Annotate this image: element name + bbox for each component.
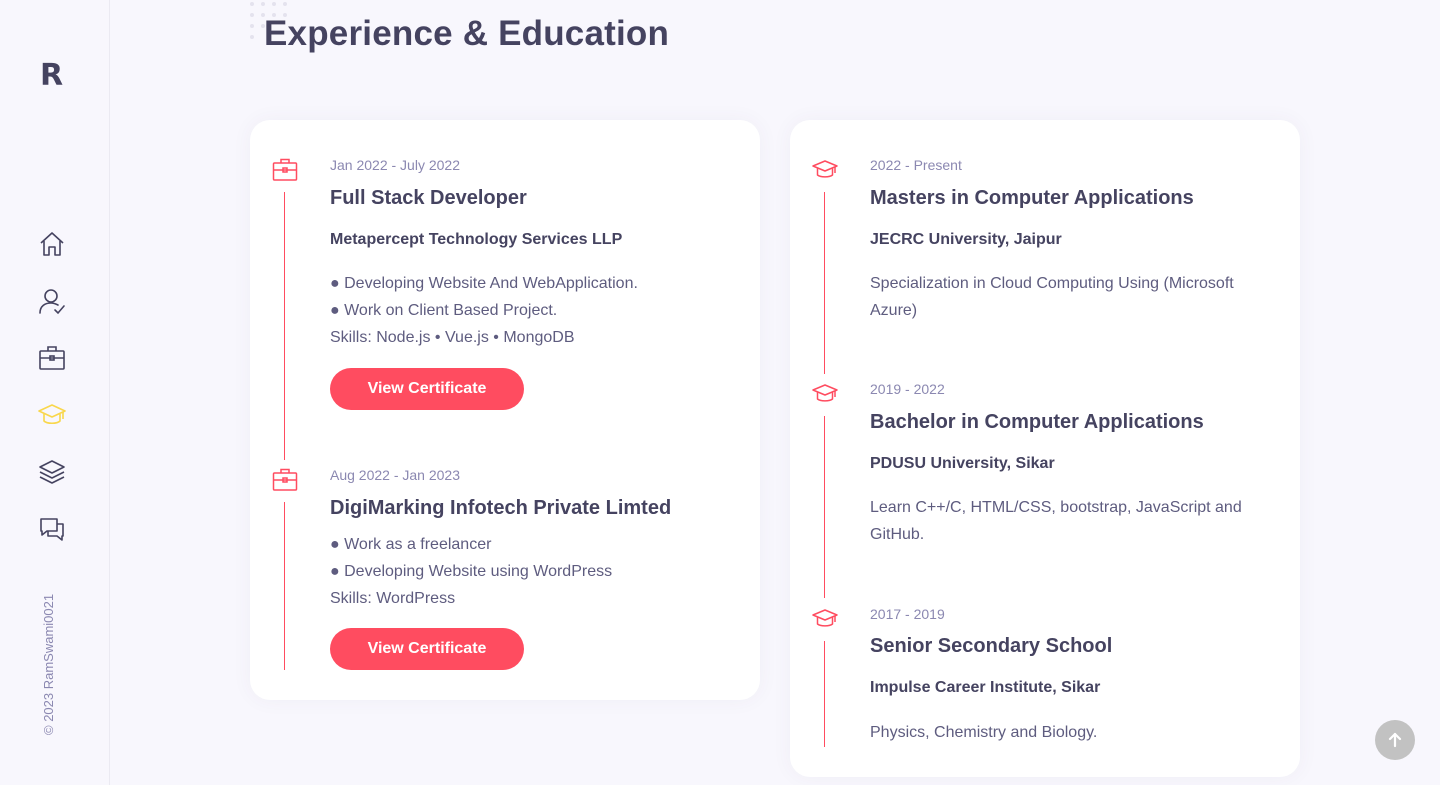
item-description: ● Work as a freelancer ● Developing Webs… [330, 531, 730, 612]
layers-icon [39, 460, 65, 484]
description-line: ● Work as a freelancer [330, 536, 492, 553]
graduation-cap-icon [38, 404, 66, 425]
site-logo[interactable]: R [40, 58, 63, 93]
item-date: Jan 2022 - July 2022 [330, 157, 460, 173]
page-title: Experience & Education [264, 14, 670, 53]
description-line: Skills: WordPress [330, 590, 456, 607]
description-line: Skills: Node.js • Vue.js • MongoDB [330, 329, 575, 346]
sidebar-nav [38, 230, 66, 572]
item-title: Senior Secondary School [870, 635, 1113, 657]
nav-contact[interactable] [38, 515, 66, 543]
sidebar: R © 2023 RamSwami0021 [0, 0, 110, 785]
timeline-line [824, 416, 825, 598]
item-organization: JECRC University, Jaipur [870, 231, 1062, 248]
item-title: Bachelor in Computer Applications [870, 411, 1204, 433]
timeline-line [284, 192, 285, 460]
description-line: ● Developing Website And WebApplication. [330, 275, 638, 292]
item-title: Masters in Computer Applications [870, 187, 1194, 209]
graduation-cap-icon [812, 157, 838, 183]
item-organization: Impulse Career Institute, Sikar [870, 679, 1101, 696]
briefcase-icon [272, 467, 298, 493]
timeline-line [824, 192, 825, 374]
item-date: 2017 - 2019 [870, 606, 945, 622]
education-card: 2022 - Present Masters in Computer Appli… [790, 120, 1300, 777]
briefcase-icon [272, 157, 298, 183]
item-description: Learn C++/C, HTML/CSS, bootstrap, JavaSc… [870, 499, 1242, 543]
item-date: 2019 - 2022 [870, 381, 945, 397]
graduation-cap-icon [812, 606, 838, 632]
scroll-to-top-button[interactable] [1375, 720, 1415, 760]
user-check-icon [39, 289, 65, 315]
item-date: 2022 - Present [870, 157, 962, 173]
briefcase-icon [39, 346, 65, 370]
item-organization: Metapercept Technology Services LLP [330, 231, 623, 248]
item-title: DigiMarking Infotech Private Limted [330, 497, 672, 519]
nav-home[interactable] [38, 230, 66, 258]
item-description: Physics, Chemistry and Biology. [870, 724, 1098, 741]
nav-services[interactable] [38, 344, 66, 372]
item-description: Specialization in Cloud Computing Using … [870, 275, 1234, 319]
nav-works[interactable] [38, 458, 66, 486]
timeline-line [824, 641, 825, 747]
timeline-line [284, 502, 285, 670]
description-line: ● Work on Client Based Project. [330, 302, 558, 319]
view-certificate-button[interactable]: View Certificate [330, 628, 524, 670]
graduation-cap-icon [812, 381, 838, 407]
chat-bubbles-icon [40, 518, 64, 541]
home-icon [40, 232, 64, 256]
nav-about[interactable] [38, 287, 66, 315]
item-description: ● Developing Website And WebApplication.… [330, 270, 730, 351]
arrow-up-icon [1388, 732, 1402, 748]
nav-experience[interactable] [38, 401, 66, 429]
copyright: © 2023 RamSwami0021 [41, 593, 56, 735]
view-certificate-button[interactable]: View Certificate [330, 368, 524, 410]
experience-card: Jan 2022 - July 2022 Full Stack Develope… [250, 120, 760, 700]
description-line: ● Developing Website using WordPress [330, 563, 613, 580]
item-title: Full Stack Developer [330, 187, 527, 209]
item-date: Aug 2022 - Jan 2023 [330, 467, 460, 483]
item-organization: PDUSU University, Sikar [870, 455, 1055, 472]
